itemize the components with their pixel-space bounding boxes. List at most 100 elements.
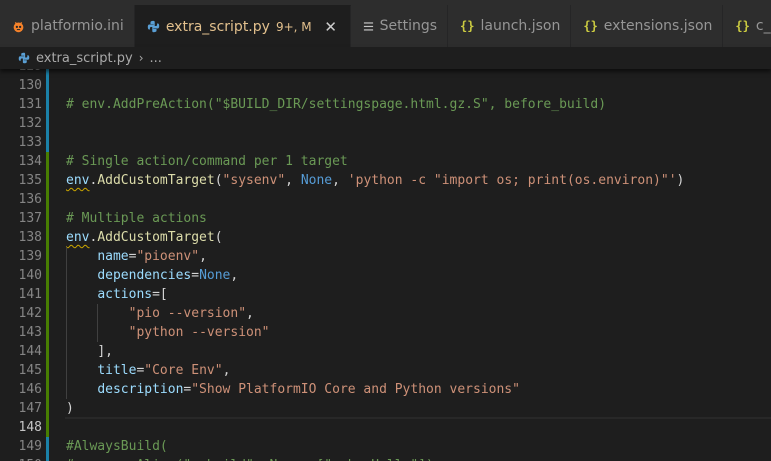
code-line[interactable]: 139 name="pioenv",	[0, 247, 771, 266]
diff-added-marker[interactable]	[46, 266, 49, 285]
code-token: ,	[222, 363, 231, 378]
diff-added-marker[interactable]	[46, 228, 49, 247]
breadcrumb-symbol[interactable]: ...	[150, 51, 162, 66]
code-line[interactable]: 150 # env.Alias("nobuild", None, ["echo H…	[0, 456, 771, 461]
code-token: ,	[332, 173, 348, 188]
code-line[interactable]: 149 #AlwaysBuild(	[0, 437, 771, 456]
diff-added-marker[interactable]	[46, 152, 49, 171]
line-number: 130	[18, 78, 42, 93]
code-token: 'python -c "import os; print(os.environ)…	[347, 173, 677, 188]
code-text: title="Core Env",	[66, 361, 771, 380]
tab-launch-json[interactable]: {} launch.json	[448, 5, 572, 47]
line-number: 136	[18, 192, 42, 207]
code-token: dependencies	[97, 268, 192, 283]
code-token: "python --version"	[128, 325, 270, 340]
line-number: 131	[18, 97, 42, 112]
code-token: ,	[285, 173, 301, 188]
code-line[interactable]: 141 actions=[	[0, 285, 771, 304]
breadcrumb-file[interactable]: extra_script.py	[36, 51, 133, 66]
diff-added-marker[interactable]	[46, 209, 49, 228]
code-text: # Single action/command per 1 target	[66, 152, 771, 171]
diff-added-marker[interactable]	[46, 399, 49, 418]
code-line[interactable]: 146 description="Show PlatformIO Core an…	[0, 380, 771, 399]
code-token: name	[97, 249, 129, 264]
code-line[interactable]: 136	[0, 190, 771, 209]
tab-platformio-ini[interactable]: platformio.ini	[0, 5, 135, 47]
tab-c-cpp[interactable]: {} c_cpp	[723, 5, 771, 47]
diff-added-marker[interactable]	[46, 380, 49, 399]
code-text: description="Show PlatformIO Core and Py…	[66, 380, 771, 399]
line-number: 146	[18, 382, 42, 397]
code-line[interactable]: 138 env.AddCustomTarget(	[0, 228, 771, 247]
settings-list-icon	[363, 21, 374, 32]
code-line[interactable]: 143 "python --version"	[0, 323, 771, 342]
json-braces-icon: {}	[583, 19, 598, 33]
code-line[interactable]: 137 # Multiple actions	[0, 209, 771, 228]
indent-guide	[66, 285, 67, 304]
code-token: (	[214, 173, 223, 188]
code-line[interactable]: 135 env.AddCustomTarget("sysenv", None, '…	[0, 171, 771, 190]
diff-added-marker[interactable]	[46, 361, 49, 380]
diff-added-marker[interactable]	[46, 323, 49, 342]
diff-added-marker[interactable]	[46, 285, 49, 304]
code-line[interactable]: 132	[0, 114, 771, 133]
tab-extra-script-py[interactable]: extra_script.py 9+, M ✕	[134, 5, 351, 47]
diff-modified-marker[interactable]	[46, 133, 49, 152]
line-number: 149	[18, 439, 42, 454]
diff-modified-marker[interactable]	[46, 456, 49, 461]
code-token: (	[214, 230, 223, 245]
code-line[interactable]: 131 # env.AddPreAction("$BUILD_DIR/settin…	[0, 95, 771, 114]
diff-added-marker[interactable]	[46, 171, 49, 190]
line-number: 138	[18, 230, 42, 245]
diff-added-marker[interactable]	[46, 418, 49, 437]
problems-modified-badge: 9+, M	[275, 19, 312, 34]
code-line[interactable]: 145 title="Core Env",	[0, 361, 771, 380]
line-number: 137	[18, 211, 42, 226]
code-line[interactable]: 130	[0, 76, 771, 95]
code-token: "Core Env"	[144, 363, 223, 378]
code-line[interactable]: 140 dependencies=None,	[0, 266, 771, 285]
code-text: # env.Alias("nobuild", None, ["echo Hell…	[66, 456, 771, 461]
tab-label: launch.json	[480, 18, 561, 34]
indent-guide	[66, 266, 67, 285]
code-text: dependencies=None,	[66, 266, 771, 285]
code-text: "pio --version",	[66, 304, 771, 323]
code-token: # env.AddPreAction("$BUILD_DIR/settingsp…	[66, 97, 607, 112]
diff-added-marker[interactable]	[46, 304, 49, 323]
code-line[interactable]: 148	[0, 418, 771, 437]
line-number: 145	[18, 363, 42, 378]
close-icon[interactable]: ✕	[322, 18, 340, 36]
code-token: None	[199, 268, 231, 283]
code-token: #AlwaysBuild(	[66, 439, 168, 454]
code-text: )	[66, 399, 771, 418]
indent-guide	[66, 247, 67, 266]
code-token: env	[66, 173, 90, 188]
diff-modified-marker[interactable]	[46, 114, 49, 133]
code-line[interactable]: 144 ],	[0, 342, 771, 361]
tab-label: extensions.json	[603, 18, 713, 34]
json-braces-icon: {}	[460, 19, 475, 33]
code-text: ],	[66, 342, 771, 361]
code-token: "pio --version"	[128, 306, 247, 321]
diff-added-marker[interactable]	[46, 342, 49, 361]
diff-modified-marker[interactable]	[46, 76, 49, 95]
code-line[interactable]: 142 "pio --version",	[0, 304, 771, 323]
code-token: ,	[230, 268, 239, 283]
code-editor[interactable]: 129"""130131# env.AddPreAction("$BUILD_D…	[0, 57, 771, 461]
diff-modified-marker[interactable]	[46, 95, 49, 114]
code-token: "pioenv"	[136, 249, 200, 264]
code-text: env.AddCustomTarget("sysenv", None, 'pyt…	[66, 171, 771, 190]
tab-settings[interactable]: Settings	[350, 5, 449, 47]
line-number: 143	[18, 325, 42, 340]
line-number: 139	[18, 249, 42, 264]
json-braces-icon: {}	[735, 19, 750, 33]
code-line[interactable]: 134 # Single action/command per 1 target	[0, 152, 771, 171]
code-line[interactable]: 133	[0, 133, 771, 152]
diff-modified-marker[interactable]	[46, 437, 49, 456]
tab-extensions-json[interactable]: {} extensions.json	[571, 5, 724, 47]
diff-added-marker[interactable]	[46, 190, 49, 209]
line-number: 133	[18, 135, 42, 150]
diff-added-marker[interactable]	[46, 247, 49, 266]
code-line[interactable]: 147)	[0, 399, 771, 418]
code-token: =	[191, 268, 200, 283]
